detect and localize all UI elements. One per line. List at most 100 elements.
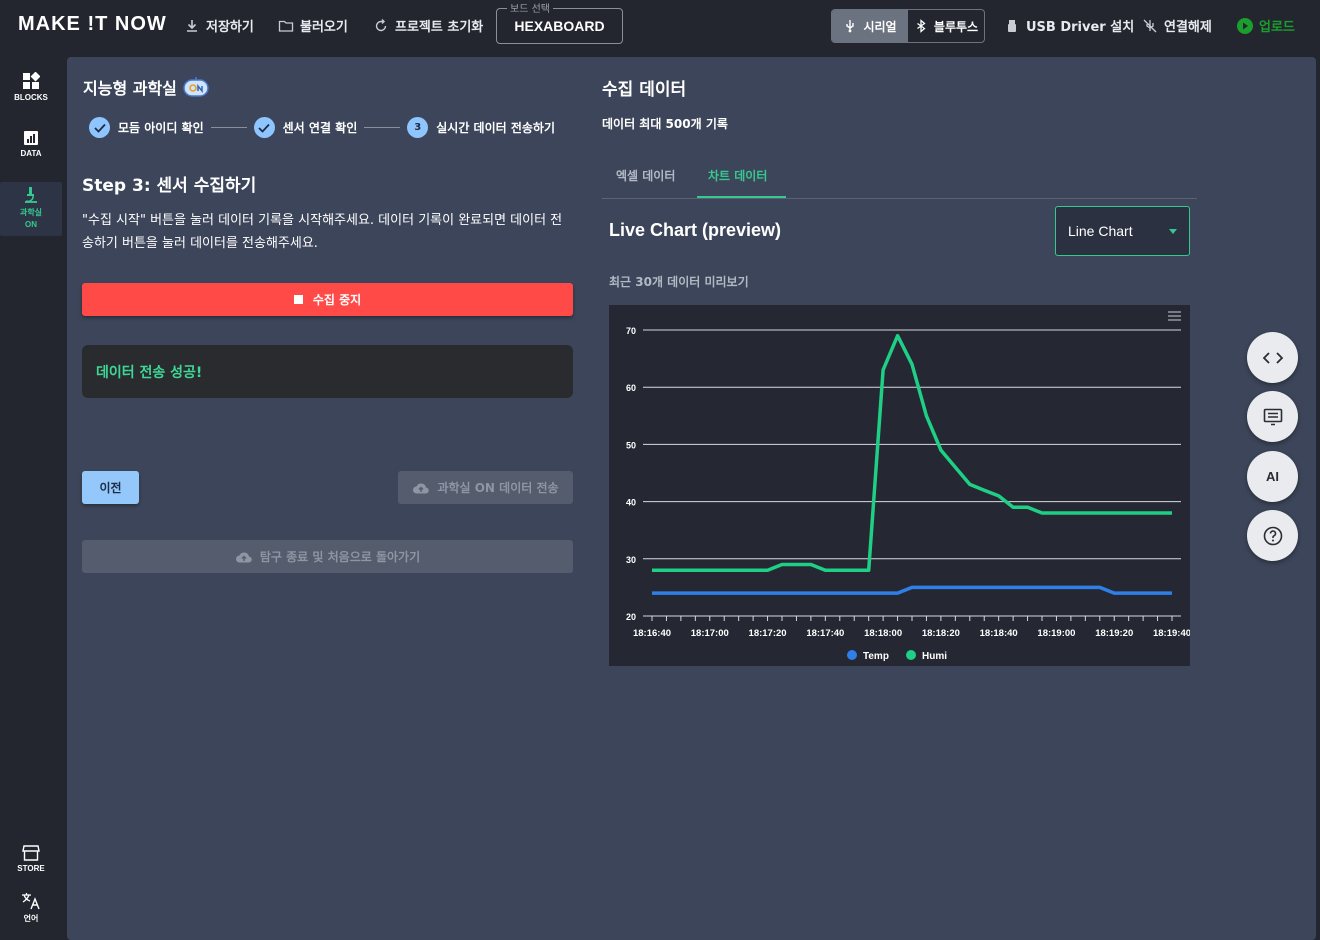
y-tick-label: 60 [626,383,636,393]
page-title: 지능형 과학실 [83,75,211,99]
usb-drive-icon [1008,19,1016,32]
blocks-icon [23,72,40,89]
serial-option[interactable]: 시리얼 [832,10,908,42]
nav-language[interactable]: 언어 [0,892,62,924]
stop-collection-button[interactable]: 수집 중지 [82,283,573,316]
cloud-upload-icon [235,551,252,563]
x-tick-label: 18:19:40 [1153,628,1190,639]
y-tick-label: 30 [626,555,636,565]
bar-chart-icon [24,131,38,145]
y-tick-label: 40 [626,498,636,508]
help-button[interactable] [1247,510,1298,561]
step-1-label: 모듬 아이디 확인 [118,121,204,135]
usb-icon [846,20,855,33]
end-inquiry-button[interactable]: 탐구 종료 및 처음으로 돌아가기 [82,540,573,573]
top-toolbar: MAKE !T NOW 저장하기 불러오기 프로젝트 초기화 보드 선택 HEX… [0,0,1320,52]
step-connector [210,127,247,128]
nav-language-label: 언어 [23,914,39,923]
nav-store-label: STORE [17,864,45,873]
translate-icon [22,893,40,910]
disconnect-button[interactable]: 연결해제 [1142,16,1212,35]
serial-monitor-button[interactable] [1247,391,1298,442]
x-tick-label: 18:18:20 [922,628,960,639]
success-message: 데이터 전송 성공! [96,365,203,381]
help-icon [1263,526,1282,545]
data-panel-subtitle: 데이터 최대 500개 기록 [602,117,728,131]
load-label: 불러오기 [300,20,348,35]
nav-blocks[interactable]: BLOCKS [0,72,62,102]
bluetooth-label: 블루투스 [933,19,979,34]
data-tabs: 엑셀 데이터 차트 데이터 [602,155,1197,199]
step-heading: Step 3: 센서 수집하기 [82,176,257,196]
save-button[interactable]: 저장하기 [184,16,254,35]
disconnect-label: 연결해제 [1164,20,1212,35]
nav-science-on[interactable]: 과학실 ON [0,182,62,236]
send-data-label: 과학실 ON 데이터 전송 [437,481,559,495]
stop-icon [293,295,303,304]
legend-marker-humi [906,650,916,660]
tab-chart-data[interactable]: 차트 데이터 [708,167,767,184]
x-tick-label: 18:18:00 [864,628,902,639]
folder-icon [278,20,294,32]
microscope-icon [25,187,37,203]
x-tick-label: 18:19:20 [1095,628,1133,639]
bluetooth-option[interactable]: 블루투스 [908,10,984,42]
step-3-label: 실시간 데이터 전송하기 [436,121,556,135]
y-tick-label: 70 [626,326,636,336]
chart-canvas: 20 30 40 50 60 70 18:16:40 18:17:00 18:17:20 18:1… [626,311,1190,662]
step-2: 센서 연결 확인 [253,117,358,138]
nav-data-label: DATA [20,149,42,158]
usb-driver-label: USB Driver 설치 [1026,20,1135,35]
play-icon [1237,17,1253,34]
board-select-value: HEXABOARD [514,18,605,34]
usb-off-icon [1143,19,1157,32]
series-line-temp [652,585,1172,595]
app-logo: MAKE !T NOW [18,13,167,35]
x-tick-label: 18:17:20 [749,628,787,639]
send-data-button[interactable]: 과학실 ON 데이터 전송 [398,471,573,504]
stepper: 모듬 아이디 확인 센서 연결 확인 3 실시간 데이터 전송하기 [89,117,555,138]
step-3-number: 3 [407,117,429,138]
check-icon [89,117,110,138]
stop-collection-label: 수집 중지 [312,293,362,307]
upload-button[interactable]: 업로드 [1237,16,1295,35]
ai-button[interactable]: AI [1247,451,1298,502]
cloud-upload-icon [413,482,430,494]
y-tick-label: 20 [626,612,636,622]
main-panel: 지능형 과학실 모듬 아이디 확인 센서 연결 확인 3 실시간 데이터 전송하… [67,57,1316,940]
live-chart: 20 30 40 50 60 70 18:16:40 18:17:00 18:17:20 18:1… [609,305,1190,666]
nav-store[interactable]: STORE [0,845,62,873]
code-view-button[interactable] [1247,332,1298,383]
chart-caption: 최근 30개 데이터 미리보기 [609,275,749,289]
monitor-icon [1263,408,1282,425]
check-icon [253,117,275,138]
download-icon [187,19,197,32]
end-inquiry-label: 탐구 종료 및 처음으로 돌아가기 [259,550,421,564]
chart-type-value: Line Chart [1068,223,1133,239]
legend-marker-temp [847,650,857,660]
connection-toggle: 시리얼 블루투스 [831,9,985,43]
dropdown-arrow-icon [1169,229,1177,234]
step-2-label: 센서 연결 확인 [282,121,358,135]
x-tick-label: 18:16:40 [633,628,671,639]
bluetooth-icon [917,19,926,33]
previous-button[interactable]: 이전 [82,471,139,504]
reset-project-button[interactable]: 프로젝트 초기화 [373,16,483,35]
refresh-icon [375,18,387,31]
nav-data[interactable]: DATA [0,130,62,158]
code-icon [1262,351,1283,364]
nav-science-label-1: 과학실 [19,208,43,217]
load-button[interactable]: 불러오기 [278,16,348,35]
store-icon [22,845,40,861]
x-tick-label: 18:17:40 [806,628,844,639]
usb-driver-button[interactable]: USB Driver 설치 [1004,16,1134,35]
chart-type-select[interactable]: Line Chart [1055,206,1190,256]
step-description: "수집 시작" 버튼을 눌러 데이터 기록을 시작해주세요. 데이터 기록이 완… [82,213,563,251]
serial-label: 시리얼 [863,19,897,34]
board-select[interactable]: 보드 선택 HEXABOARD [496,0,623,44]
step-connector [364,127,401,128]
x-tick-label: 18:18:40 [980,628,1018,639]
tab-excel-data[interactable]: 엑셀 데이터 [616,167,675,184]
nav-science-label-2: ON [25,220,37,229]
data-panel-title: 수집 데이터 [602,80,687,100]
